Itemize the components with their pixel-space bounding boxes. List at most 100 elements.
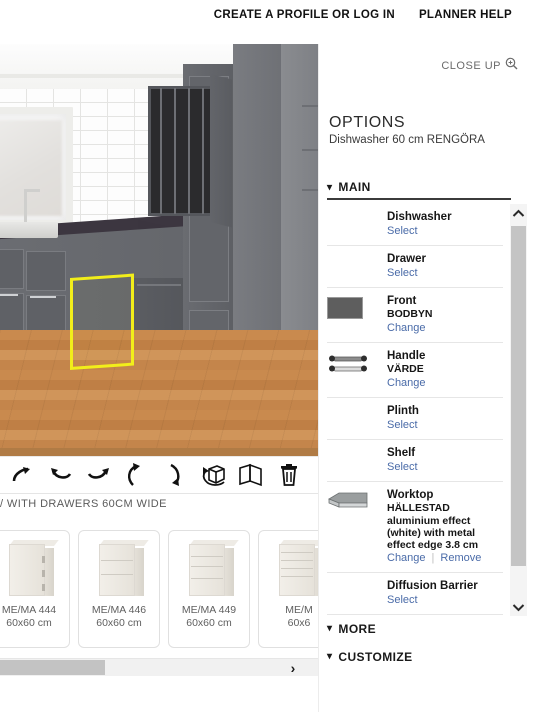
section-label: MAIN xyxy=(338,180,371,194)
section-header-main[interactable]: ▴ MAIN xyxy=(327,180,371,194)
top-header: CREATE A PROFILE OR LOG IN PLANNER HELP xyxy=(0,0,542,42)
scroll-up-chevron-icon[interactable] xyxy=(510,204,527,222)
dishwasher-line xyxy=(137,284,181,286)
worktop-icon xyxy=(328,492,368,508)
chevron-down-icon: ▾ xyxy=(327,651,333,662)
option-thumb xyxy=(327,295,379,319)
mullion xyxy=(202,88,204,214)
options-vertical-scrollbar[interactable] xyxy=(510,204,527,616)
header-links: CREATE A PROFILE OR LOG IN PLANNER HELP xyxy=(214,9,512,21)
chevron-down-icon: ▾ xyxy=(327,623,333,634)
magnifier-zoom-in-icon xyxy=(505,57,518,75)
wood-floor xyxy=(0,330,318,456)
faucet-spout xyxy=(24,189,40,192)
option-row-rail-partition[interactable]: Rail Partition VÅGLIG xyxy=(327,615,503,616)
product-size: 60x60 cm xyxy=(96,617,142,629)
cabinet-thumbnail-icon xyxy=(1,538,59,600)
section-label: MORE xyxy=(338,622,377,636)
option-row-handle[interactable]: Handle VÄRDE Change xyxy=(327,343,503,398)
planner-help-link[interactable]: PLANNER HELP xyxy=(419,9,512,21)
carousel-horizontal-scrollbar[interactable]: › xyxy=(0,658,318,676)
create-profile-or-login-link[interactable]: CREATE A PROFILE OR LOG IN xyxy=(214,9,395,21)
option-thumb xyxy=(327,447,379,449)
option-row-diffusion-barrier[interactable]: Diffusion Barrier Select xyxy=(327,573,503,615)
drawer-handle xyxy=(0,294,18,296)
drawer-handle xyxy=(30,296,56,298)
option-change-link[interactable]: Change xyxy=(387,376,503,390)
option-remove-link[interactable]: Remove xyxy=(440,551,481,565)
mullion xyxy=(302,105,318,107)
option-row-plinth[interactable]: Plinth Select xyxy=(327,398,503,440)
section-header-more[interactable]: ▾ MORE xyxy=(327,622,376,636)
option-row-drawer[interactable]: Drawer Select xyxy=(327,246,503,288)
option-select-link[interactable]: Select xyxy=(387,460,503,474)
cabinet-thumbnail-icon xyxy=(181,538,239,600)
option-row-front[interactable]: Front BODBYN Change xyxy=(327,288,503,343)
faucet xyxy=(24,189,27,225)
option-select-link[interactable]: Select xyxy=(387,418,503,432)
option-select-link[interactable]: Select xyxy=(387,266,503,280)
cabinet-panel xyxy=(0,249,24,289)
product-code: ME/MA 449 xyxy=(181,604,237,616)
mullion xyxy=(302,149,318,151)
move-right-icon[interactable] xyxy=(80,457,118,493)
move-left-icon[interactable] xyxy=(42,457,80,493)
scrollbar-thumb[interactable] xyxy=(511,226,526,566)
product-size: 60x60 cm xyxy=(6,617,52,629)
scrollbar-thumb[interactable] xyxy=(0,660,105,675)
option-select-link[interactable]: Select xyxy=(387,593,503,607)
upper-cabinet-side xyxy=(210,74,232,228)
rotate-left-icon[interactable] xyxy=(118,457,156,493)
option-model: HÄLLESTAD xyxy=(387,502,450,514)
list-item[interactable]: ME/M 60x6 xyxy=(258,530,318,648)
options-panel: CLOSE UP OPTIONS Dishwasher 60 cm RENGÖR… xyxy=(318,44,542,712)
close-up-button[interactable]: CLOSE UP xyxy=(441,57,518,75)
selected-item-caption: / WITH DRAWERS 60CM WIDE xyxy=(0,498,167,510)
option-name: Drawer xyxy=(387,253,426,265)
option-description: aluminium effect (white) with metal effe… xyxy=(387,515,479,551)
page-title: OPTIONS xyxy=(329,114,406,131)
flip-mirror-icon[interactable] xyxy=(232,457,270,493)
mullion xyxy=(174,88,176,214)
chevron-up-icon: ▴ xyxy=(327,182,333,193)
option-select-link[interactable]: Select xyxy=(387,224,503,238)
section-divider xyxy=(327,198,511,200)
scroll-down-chevron-icon[interactable] xyxy=(510,598,527,616)
window xyxy=(0,107,73,227)
option-change-link[interactable]: Change xyxy=(387,321,503,335)
option-row-dishwasher[interactable]: Dishwasher Select xyxy=(327,204,503,246)
product-carousel[interactable]: ME/MA 444 60x60 cm ME/MA 446 60x60 cm ME… xyxy=(0,530,318,655)
product-size: 60x60 cm xyxy=(186,617,232,629)
list-item[interactable]: ME/MA 444 60x60 cm xyxy=(0,530,70,648)
selected-cabinet-highlight[interactable] xyxy=(70,273,134,370)
carousel-next-button[interactable]: › xyxy=(284,659,302,676)
viewport-toolbar xyxy=(0,456,318,494)
list-item[interactable]: ME/MA 449 60x60 cm xyxy=(168,530,250,648)
option-thumb xyxy=(327,253,379,255)
window-glass xyxy=(0,120,62,216)
section-header-customize[interactable]: ▾ CUSTOMIZE xyxy=(327,650,412,664)
product-code: ME/MA 444 xyxy=(1,604,57,616)
option-row-worktop[interactable]: Worktop HÄLLESTAD aluminium effect (whit… xyxy=(327,482,503,573)
option-name: Shelf xyxy=(387,447,416,459)
option-model: VÄRDE xyxy=(387,363,424,375)
options-list: Dishwasher Select Drawer Select Front BO… xyxy=(327,204,503,616)
close-up-label: CLOSE UP xyxy=(441,60,501,72)
front-color-swatch xyxy=(327,297,363,319)
rotate-right-icon[interactable] xyxy=(156,457,194,493)
upper-glass-cabinet[interactable] xyxy=(148,86,318,216)
option-change-link[interactable]: Change xyxy=(387,551,426,565)
product-code: ME/M xyxy=(285,604,313,616)
move-up-icon[interactable] xyxy=(4,457,42,493)
sink xyxy=(0,222,58,238)
list-item[interactable]: ME/MA 446 60x60 cm xyxy=(78,530,160,648)
delete-trash-icon[interactable] xyxy=(270,457,308,493)
kitchen-3d-viewport[interactable] xyxy=(0,44,318,456)
rotate-3d-icon[interactable] xyxy=(194,457,232,493)
mullion xyxy=(160,88,162,214)
option-row-shelf[interactable]: Shelf Select xyxy=(327,440,503,482)
product-size: 60x6 xyxy=(287,617,311,629)
option-thumb xyxy=(327,405,379,407)
option-name: Diffusion Barrier xyxy=(387,580,478,592)
cabinet-thumbnail-icon xyxy=(271,538,318,600)
